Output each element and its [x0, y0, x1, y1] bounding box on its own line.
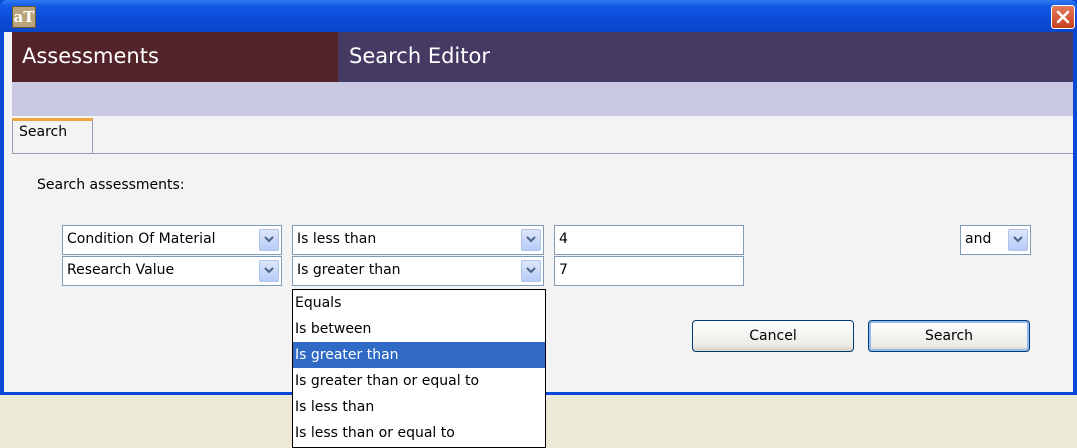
value-input-1[interactable]: 4 [554, 225, 744, 255]
field-select-2-value: Research Value [67, 262, 175, 278]
tab-search[interactable]: Search [12, 118, 93, 154]
page-title: Search Editor [349, 44, 490, 68]
field-select-2[interactable]: Research Value [62, 256, 282, 286]
operator-select-2-value: Is greater than [297, 262, 401, 278]
value-input-1-text: 4 [559, 231, 568, 247]
dropdown-option-is-greater-than[interactable]: Is greater than [293, 342, 545, 368]
cancel-button[interactable]: Cancel [692, 320, 854, 352]
search-prompt-label: Search assessments: [37, 177, 185, 193]
operator-dropdown-list: Equals Is between Is greater than Is gre… [292, 289, 546, 448]
app-logo-icon: aT [12, 6, 36, 28]
dropdown-option-is-greater-than-or-equal-to[interactable]: Is greater than or equal to [293, 368, 545, 394]
chevron-down-icon[interactable] [259, 229, 279, 251]
chevron-down-icon[interactable] [521, 260, 541, 282]
dropdown-option-is-less-than[interactable]: Is less than [293, 394, 545, 420]
conjunction-select-value: and [965, 231, 992, 247]
operator-select-1[interactable]: Is less than [292, 225, 544, 255]
field-select-1[interactable]: Condition Of Material [62, 225, 282, 255]
dropdown-option-is-less-than-or-equal-to[interactable]: Is less than or equal to [293, 420, 545, 446]
close-icon [1056, 10, 1070, 24]
close-button[interactable] [1051, 5, 1075, 29]
tab-strip [12, 82, 1073, 116]
title-bar[interactable]: aT [0, 0, 1077, 32]
chevron-down-icon[interactable] [259, 260, 279, 282]
module-title: Assessments [22, 44, 159, 68]
header-right: Search Editor [338, 32, 1073, 82]
dropdown-option-is-between[interactable]: Is between [293, 316, 545, 342]
field-select-1-value: Condition Of Material [67, 231, 216, 247]
header-left: Assessments [12, 32, 338, 82]
operator-select-2[interactable]: Is greater than [292, 256, 544, 286]
dropdown-option-equals[interactable]: Equals [293, 290, 545, 316]
chevron-down-icon[interactable] [1008, 229, 1028, 251]
value-input-2[interactable]: 7 [554, 256, 744, 286]
chevron-down-icon[interactable] [521, 229, 541, 251]
search-button[interactable]: Search [868, 320, 1030, 352]
value-input-2-text: 7 [559, 262, 568, 278]
tab-search-label: Search [19, 124, 68, 140]
conjunction-select[interactable]: and [960, 225, 1031, 255]
operator-select-1-value: Is less than [297, 231, 377, 247]
tab-panel-border [12, 153, 1073, 154]
